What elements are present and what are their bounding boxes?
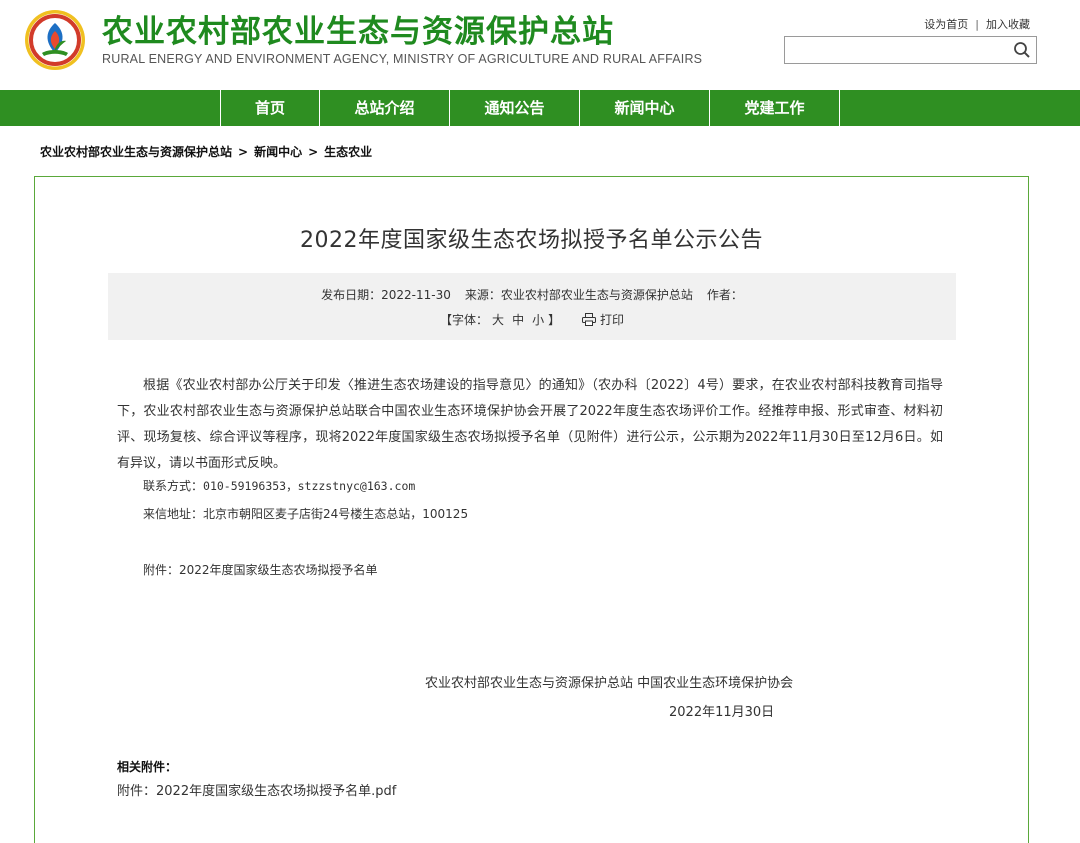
publish-date: 2022-11-30 <box>381 288 451 302</box>
breadcrumb-separator: > <box>308 145 319 159</box>
agency-logo-icon[interactable] <box>24 9 86 71</box>
breadcrumb-news[interactable]: 新闻中心 <box>254 145 302 159</box>
font-size-close-bracket: 】 <box>548 313 561 327</box>
breadcrumb-home[interactable]: 农业农村部农业生态与资源保护总站 <box>40 145 232 159</box>
printer-icon <box>581 313 596 326</box>
nav-item-home[interactable]: 首页 <box>221 90 320 126</box>
add-favorite-link[interactable]: 加入收藏 <box>986 18 1030 31</box>
breadcrumb-eco-agriculture[interactable]: 生态农业 <box>324 145 372 159</box>
contact-line: 联系方式：010-59196353，stzzstnyc@163.com <box>143 477 415 494</box>
site-title: 农业农村部农业生态与资源保护总站 <box>102 14 614 50</box>
site-header: 农业农村部农业生态与资源保护总站 RURAL ENERGY AND ENVIRO… <box>0 0 1080 90</box>
site-subtitle: RURAL ENERGY AND ENVIRONMENT AGENCY, MIN… <box>102 52 703 66</box>
top-links: 设为首页 | 加入收藏 <box>924 16 1030 32</box>
related-file-row: 附件：2022年度国家级生态农场拟授予名单.pdf <box>117 780 396 799</box>
nav-item-news[interactable]: 新闻中心 <box>580 90 710 126</box>
article-meta: 发布日期：2022-11-30 来源：农业农村部农业生态与资源保护总站 作者： 【字… <box>108 273 956 340</box>
breadcrumb: 农业农村部农业生态与资源保护总站 > 新闻中心 > 生态农业 <box>40 143 372 160</box>
signature-date: 2022年11月30日 <box>669 705 775 720</box>
print-button[interactable]: 打印 <box>581 313 624 327</box>
font-size-controls: 【字体：大中小】 打印 <box>108 311 956 328</box>
signature: 农业农村部农业生态与资源保护总站 中国农业生态环境保护协会 <box>425 676 794 691</box>
related-file-prefix: 附件： <box>117 784 157 799</box>
font-size-label: 【字体： <box>440 313 489 327</box>
top-links-separator: | <box>975 18 979 31</box>
search-input[interactable] <box>785 37 1005 63</box>
address-line: 来信地址：北京市朝阳区麦子店街24号楼生态总站，100125 <box>143 507 469 521</box>
set-homepage-link[interactable]: 设为首页 <box>924 18 968 31</box>
font-size-medium[interactable]: 中 <box>512 313 524 327</box>
source-value: 农业农村部农业生态与资源保护总站 <box>500 288 693 302</box>
date-label: 发布日期： <box>321 288 382 302</box>
contact-value: 010-59196353，stzzstnyc@163.com <box>203 479 416 493</box>
nav-item-notices[interactable]: 通知公告 <box>450 90 580 126</box>
font-size-large[interactable]: 大 <box>492 313 504 327</box>
contact-label: 联系方式： <box>143 479 204 493</box>
print-label: 打印 <box>599 313 624 327</box>
article-container: 2022年度国家级生态农场拟授予名单公示公告 发布日期：2022-11-30 来源… <box>34 176 1029 843</box>
related-attachments-title: 相关附件： <box>117 760 178 774</box>
main-nav: 首页 总站介绍 通知公告 新闻中心 党建工作 <box>0 90 1080 126</box>
search-box <box>784 36 1037 64</box>
attachment-line: 附件：2022年度国家级生态农场拟授予名单 <box>143 563 378 577</box>
meta-line: 发布日期：2022-11-30 来源：农业农村部农业生态与资源保护总站 作者： <box>108 286 956 303</box>
author-label: 作者： <box>706 288 743 302</box>
search-icon[interactable] <box>1012 40 1032 60</box>
attachment-pdf-link[interactable]: 2022年度国家级生态农场拟授予名单.pdf <box>156 784 396 799</box>
source-label: 来源： <box>464 288 501 302</box>
article-body: 根据《农业农村部办公厅关于印发〈推进生态农场建设的指导意见〉的通知》（农办科〔2… <box>117 378 943 471</box>
article-title: 2022年度国家级生态农场拟授予名单公示公告 <box>300 228 763 253</box>
nav-item-party[interactable]: 党建工作 <box>710 90 840 126</box>
nav-item-about[interactable]: 总站介绍 <box>320 90 450 126</box>
breadcrumb-separator: > <box>238 145 249 159</box>
nav-items: 首页 总站介绍 通知公告 新闻中心 党建工作 <box>220 90 840 126</box>
font-size-small[interactable]: 小 <box>532 313 544 327</box>
